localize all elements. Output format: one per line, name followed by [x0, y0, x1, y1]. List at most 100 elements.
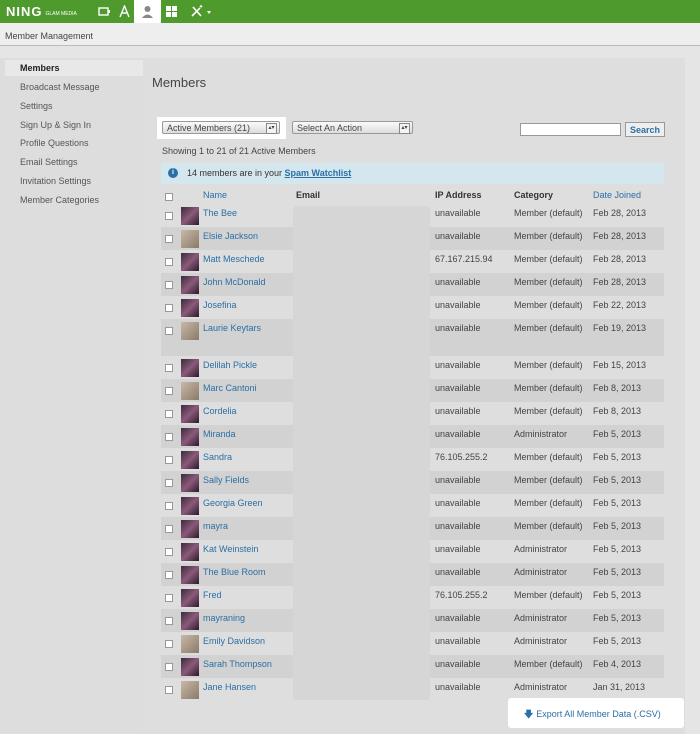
member-name-link[interactable]: mayraning: [203, 613, 245, 623]
sidebar-item-members[interactable]: Members: [5, 60, 145, 76]
member-name-link[interactable]: The Blue Room: [203, 567, 266, 577]
member-date-joined: Feb 8, 2013: [593, 406, 642, 416]
member-name-link[interactable]: Fred: [203, 590, 222, 600]
avatar[interactable]: [181, 589, 199, 607]
sidebar-item-invitation-settings[interactable]: Invitation Settings: [20, 176, 91, 186]
avatar[interactable]: [181, 543, 199, 561]
row-checkbox[interactable]: [165, 410, 173, 418]
member-name-link[interactable]: Marc Cantoni: [203, 383, 257, 393]
results-count: Showing 1 to 21 of 21 Active Members: [162, 146, 316, 156]
app-store-icon[interactable]: [118, 5, 131, 18]
avatar[interactable]: [181, 474, 199, 492]
avatar[interactable]: [181, 230, 199, 248]
member-name-link[interactable]: Georgia Green: [203, 498, 263, 508]
member-filter-select[interactable]: Active Members (21) ▴▾: [162, 121, 280, 134]
member-name-link[interactable]: Sandra: [203, 452, 232, 462]
sidebar-item-member-categories[interactable]: Member Categories: [20, 195, 99, 205]
row-checkbox[interactable]: [165, 571, 173, 579]
row-checkbox[interactable]: [165, 433, 173, 441]
spam-info-message: 14 members are in your: [187, 168, 285, 178]
sidebar-item-profile-questions[interactable]: Profile Questions: [20, 138, 89, 148]
search-button[interactable]: Search: [625, 122, 665, 137]
row-checkbox[interactable]: [165, 387, 173, 395]
avatar[interactable]: [181, 451, 199, 469]
search-input[interactable]: [520, 123, 621, 136]
member-name-link[interactable]: mayra: [203, 521, 228, 531]
member-name-link[interactable]: Elsie Jackson: [203, 231, 258, 241]
avatar[interactable]: [181, 428, 199, 446]
row-checkbox[interactable]: [165, 502, 173, 510]
avatar[interactable]: [181, 520, 199, 538]
avatar[interactable]: [181, 658, 199, 676]
row-checkbox[interactable]: [165, 617, 173, 625]
row-checkbox[interactable]: [165, 479, 173, 487]
member-name-link[interactable]: Sarah Thompson: [203, 659, 272, 669]
avatar[interactable]: [181, 382, 199, 400]
avatar[interactable]: [181, 635, 199, 653]
member-name-link[interactable]: The Bee: [203, 208, 237, 218]
tools-menu-icon[interactable]: [190, 5, 214, 18]
export-csv-link[interactable]: 🡇 Export All Member Data (.CSV): [524, 707, 661, 723]
avatar[interactable]: [181, 405, 199, 423]
member-name-link[interactable]: Josefina: [203, 300, 237, 310]
spam-watchlist-link[interactable]: Spam Watchlist: [285, 168, 352, 178]
member-name-link[interactable]: Kat Weinstein: [203, 544, 258, 554]
avatar[interactable]: [181, 497, 199, 515]
avatar[interactable]: [181, 612, 199, 630]
sidebar-item-settings[interactable]: Settings: [20, 101, 53, 111]
sidebar-item-sign-up-sign-in[interactable]: Sign Up & Sign In: [20, 120, 91, 130]
avatar[interactable]: [181, 566, 199, 584]
avatar[interactable]: [181, 253, 199, 271]
avatar[interactable]: [181, 207, 199, 225]
member-name-link[interactable]: Emily Davidson: [203, 636, 265, 646]
column-date-joined[interactable]: Date Joined: [593, 190, 641, 200]
member-name-link[interactable]: Matt Meschede: [203, 254, 265, 264]
member-name-link[interactable]: Delilah Pickle: [203, 360, 257, 370]
column-name[interactable]: Name: [203, 190, 227, 200]
member-ip: unavailable: [435, 208, 481, 218]
avatar[interactable]: [181, 681, 199, 699]
row-checkbox[interactable]: [165, 258, 173, 266]
avatar[interactable]: [181, 359, 199, 377]
member-name-link[interactable]: Sally Fields: [203, 475, 249, 485]
member-name-link[interactable]: John McDonald: [203, 277, 266, 287]
sidebar-item-broadcast-message[interactable]: Broadcast Message: [20, 82, 100, 92]
members-button[interactable]: [134, 0, 161, 25]
user-icon: [142, 6, 153, 18]
row-checkbox[interactable]: [165, 640, 173, 648]
row-checkbox[interactable]: [165, 235, 173, 243]
member-category: Member (default): [514, 323, 583, 333]
row-checkbox[interactable]: [165, 304, 173, 312]
row-checkbox[interactable]: [165, 281, 173, 289]
row-checkbox[interactable]: [165, 525, 173, 533]
grid-icon[interactable]: [165, 5, 178, 18]
member-name-link[interactable]: Jane Hansen: [203, 682, 256, 692]
ning-logo[interactable]: NING GLAM MEDIA: [6, 4, 77, 19]
member-ip: unavailable: [435, 475, 481, 485]
row-checkbox[interactable]: [165, 212, 173, 220]
member-category: Administrator: [514, 613, 568, 623]
chat-icon[interactable]: [98, 5, 111, 18]
avatar[interactable]: [181, 276, 199, 294]
member-name-link[interactable]: Laurie Keytars: [203, 323, 261, 333]
member-ip: unavailable: [435, 613, 481, 623]
select-all-checkbox[interactable]: [165, 193, 173, 201]
row-checkbox[interactable]: [165, 456, 173, 464]
export-csv-label: Export All Member Data (.CSV): [536, 709, 661, 719]
row-checkbox[interactable]: [165, 663, 173, 671]
member-name-link[interactable]: Miranda: [203, 429, 236, 439]
row-checkbox[interactable]: [165, 594, 173, 602]
avatar[interactable]: [181, 299, 199, 317]
member-category: Member (default): [514, 277, 583, 287]
member-name-link[interactable]: Cordelia: [203, 406, 237, 416]
row-checkbox[interactable]: [165, 327, 173, 335]
member-date-joined: Feb 5, 2013: [593, 613, 642, 623]
action-select[interactable]: Select An Action ▴▾: [292, 121, 413, 134]
member-date-joined: Feb 5, 2013: [593, 567, 642, 577]
sidebar-item-email-settings[interactable]: Email Settings: [20, 157, 78, 167]
row-checkbox[interactable]: [165, 548, 173, 556]
avatar[interactable]: [181, 322, 199, 340]
row-checkbox[interactable]: [165, 686, 173, 694]
row-checkbox[interactable]: [165, 364, 173, 372]
member-filter-value: Active Members (21): [167, 123, 251, 133]
